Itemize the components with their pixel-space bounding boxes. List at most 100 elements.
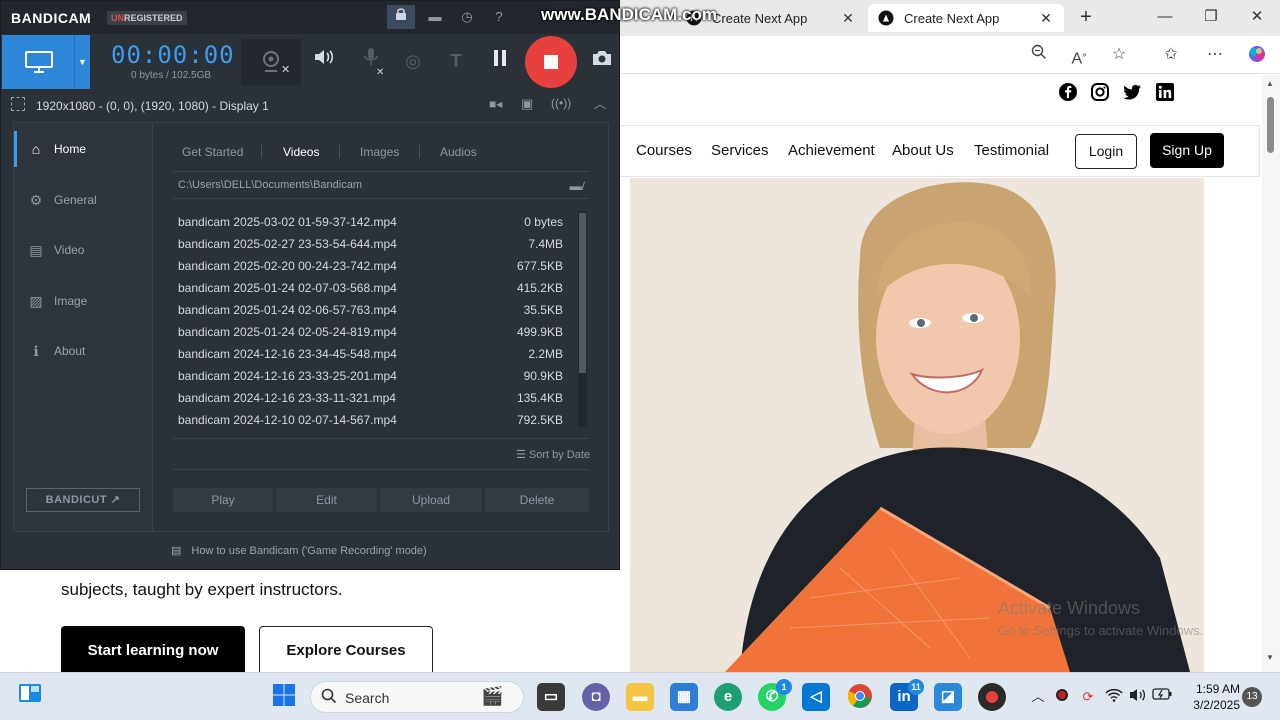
play-button[interactable]: Play xyxy=(173,488,273,512)
notification-count-badge[interactable]: 13 xyxy=(1242,687,1262,707)
mouse-effect-icon[interactable]: ◎ xyxy=(398,46,428,76)
copilot-icon[interactable] xyxy=(1246,44,1268,66)
sort-by-date-button[interactable]: ☰ Sort by Date xyxy=(516,448,590,461)
unregistered-badge[interactable]: UNREGISTERED xyxy=(107,11,187,25)
scrollbar-thumb[interactable] xyxy=(579,213,586,373)
tab-videos[interactable]: Videos xyxy=(283,145,319,159)
output-path-row[interactable]: C:\Users\DELL\Documents\Bandicam ▬/ xyxy=(173,171,589,199)
zoom-icon[interactable] xyxy=(1028,44,1050,66)
screenshot-camera-icon[interactable] xyxy=(587,46,617,76)
signup-button[interactable]: Sign Up xyxy=(1150,133,1224,168)
restore-button[interactable]: ❐ xyxy=(1199,6,1223,30)
clock-icon[interactable]: ◷ xyxy=(453,5,481,29)
start-learning-button[interactable]: Start learning now xyxy=(61,626,245,672)
list-item[interactable]: bandicam 2024-12-10 02-07-14-567.mp4 792.… xyxy=(173,409,573,431)
linkedin-app-icon[interactable]: in 11 xyxy=(890,679,924,711)
sync-icon[interactable]: ⟳ xyxy=(1078,687,1098,707)
tab-close-icon[interactable]: ✕ xyxy=(840,10,856,27)
webcam-toggle[interactable]: ✕ xyxy=(241,39,301,85)
nav-link-about-us[interactable]: About Us xyxy=(892,142,954,159)
show-hidden-icons-chevron-icon[interactable]: ︿ xyxy=(1028,687,1048,707)
new-tab-button[interactable]: + xyxy=(1074,6,1098,30)
read-aloud-icon[interactable]: A» xyxy=(1068,44,1090,67)
help-hint-link[interactable]: ▤ How to use Bandicam ('Game Recording' m… xyxy=(171,544,427,557)
nav-link-courses[interactable]: Courses xyxy=(636,142,692,159)
page-scrollbar[interactable]: ▲ ▼ xyxy=(1262,75,1280,672)
list-item[interactable]: bandicam 2025-01-24 02-07-03-568.mp4 415.… xyxy=(173,277,573,299)
list-item[interactable]: bandicam 2025-02-20 00-24-23-742.mp4 677.… xyxy=(173,255,573,277)
pause-icon[interactable] xyxy=(485,46,515,76)
microphone-icon[interactable]: ✕ xyxy=(356,46,386,78)
favorite-star-icon[interactable]: ☆ xyxy=(1108,44,1130,66)
sidebar-item-image[interactable]: ▨ Image xyxy=(14,283,152,319)
sidebar-item-general[interactable]: ⚙ General xyxy=(14,182,152,218)
broadcast-icon[interactable]: ((•)) xyxy=(551,96,571,110)
help-icon[interactable]: ? xyxy=(485,5,513,29)
text-overlay-icon[interactable]: T xyxy=(441,46,471,76)
tab-audios[interactable]: Audios xyxy=(440,145,477,159)
tab-get-started[interactable]: Get Started xyxy=(182,145,243,159)
screen-mode-button[interactable]: ▼ xyxy=(2,35,90,89)
list-item[interactable]: bandicam 2025-02-27 23-53-54-644.mp4 7.4M… xyxy=(173,233,573,255)
speaker-icon[interactable] xyxy=(309,46,339,76)
twitter-icon[interactable] xyxy=(1122,82,1142,102)
bandicut-button[interactable]: BANDICUT ↗ xyxy=(26,488,140,512)
teams-chat-icon[interactable]: ◘ xyxy=(582,683,610,711)
list-item[interactable]: bandicam 2025-01-24 02-06-57-763.mp4 35.5… xyxy=(173,299,573,321)
start-windows-icon[interactable] xyxy=(270,683,298,711)
edge-browser-icon[interactable]: e xyxy=(714,683,742,711)
nav-link-services[interactable]: Services xyxy=(711,142,769,159)
facebook-icon[interactable] xyxy=(1058,82,1078,102)
bandicam-tray-record-icon[interactable] xyxy=(1052,687,1072,707)
vscode-icon[interactable]: ◁ xyxy=(802,683,830,711)
nav-link-testimonial[interactable]: Testimonial xyxy=(974,142,1049,159)
image-capture-icon[interactable]: ▣ xyxy=(521,96,533,112)
task-view-icon[interactable]: ▭ xyxy=(537,683,565,711)
taskbar-search-input[interactable]: Search 🎬 xyxy=(310,681,524,713)
minimize-button[interactable]: — xyxy=(1153,6,1177,30)
system-clock[interactable]: 1:59 AM 3/2/2025 xyxy=(1184,681,1240,713)
instagram-icon[interactable] xyxy=(1090,82,1110,102)
whatsapp-icon[interactable]: ✆ 1 xyxy=(758,679,792,711)
sidebar-item-about[interactable]: ℹ About xyxy=(14,333,152,369)
folder-icon[interactable]: ▬ xyxy=(421,5,449,29)
linkedin-icon[interactable] xyxy=(1155,82,1175,102)
photos-icon[interactable]: ◪ xyxy=(934,683,962,711)
microsoft-store-icon[interactable]: ▦ xyxy=(670,683,698,711)
scroll-down-arrow-icon[interactable]: ▼ xyxy=(1266,653,1274,662)
upload-button[interactable]: Upload xyxy=(380,488,482,512)
file-explorer-icon[interactable]: ▬ xyxy=(626,683,654,711)
chrome-icon[interactable] xyxy=(846,683,874,711)
edit-button[interactable]: Edit xyxy=(276,488,377,512)
volume-icon[interactable] xyxy=(1128,687,1148,707)
mode-dropdown-arrow-icon[interactable]: ▼ xyxy=(74,35,90,89)
delete-button[interactable]: Delete xyxy=(485,488,589,512)
file-list-scrollbar[interactable] xyxy=(578,211,587,427)
list-item[interactable]: bandicam 2025-01-24 02-05-24-819.mp4 499.… xyxy=(173,321,573,343)
lock-icon[interactable] xyxy=(387,5,415,29)
browser-tab-2-active[interactable]: Create Next App ✕ xyxy=(868,4,1064,32)
favorites-icon[interactable]: ✩ xyxy=(1160,44,1182,66)
battery-icon[interactable] xyxy=(1152,687,1172,707)
list-item[interactable]: bandicam 2024-12-16 23-33-25-201.mp4 90.9… xyxy=(173,365,573,387)
collapse-chevron-icon[interactable]: ︿ xyxy=(594,95,606,112)
scrollbar-thumb[interactable] xyxy=(1267,97,1274,153)
open-folder-icon[interactable]: ▬/ xyxy=(570,179,585,193)
wifi-icon[interactable] xyxy=(1104,687,1124,707)
sidebar-item-home[interactable]: ⌂ Home xyxy=(14,131,152,167)
stop-record-button[interactable] xyxy=(525,36,577,88)
more-menu-icon[interactable]: ⋯ xyxy=(1204,44,1226,66)
bandicam-taskbar-icon[interactable] xyxy=(978,683,1006,711)
sidebar-item-video[interactable]: ▤ Video xyxy=(14,232,152,268)
widgets-icon[interactable] xyxy=(16,683,44,711)
list-item[interactable]: bandicam 2025-03-02 01-59-37-142.mp4 0 by… xyxy=(173,211,573,233)
close-window-button[interactable]: ✕ xyxy=(1245,6,1269,30)
explore-courses-button[interactable]: Explore Courses xyxy=(259,626,433,672)
tab-close-icon[interactable]: ✕ xyxy=(1038,10,1054,27)
nav-link-achievement[interactable]: Achievement xyxy=(788,142,875,159)
video-camera-icon[interactable]: ■◂ xyxy=(489,97,502,111)
tab-images[interactable]: Images xyxy=(360,145,399,159)
list-item[interactable]: bandicam 2024-12-16 23-33-11-321.mp4 135.… xyxy=(173,387,573,409)
login-button[interactable]: Login xyxy=(1075,134,1137,169)
scroll-up-arrow-icon[interactable]: ▲ xyxy=(1266,79,1274,88)
